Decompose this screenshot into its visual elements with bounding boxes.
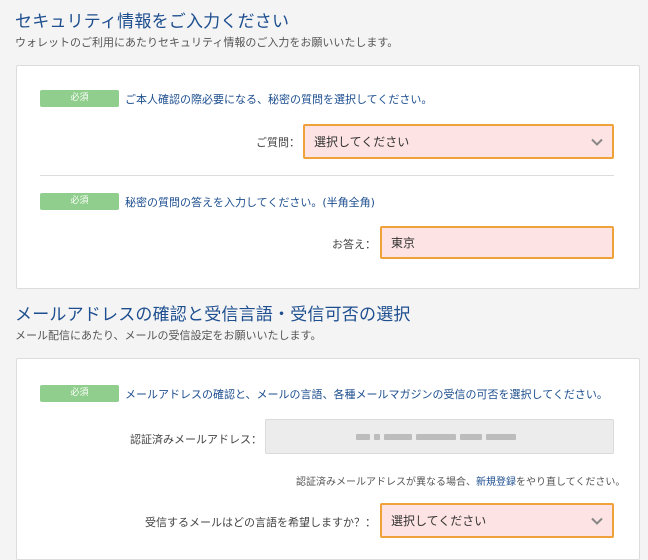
required-badge: 必須 (40, 193, 119, 210)
language-label: 受信するメールはどの言語を希望しますか？： (145, 516, 376, 529)
chevron-down-icon (591, 138, 603, 146)
required-badge: 必須 (40, 90, 119, 107)
blurred-email (460, 434, 482, 440)
blurred-email (416, 434, 456, 440)
note-text-before: 認証済みメールアドレスが異なる場合、 (296, 477, 476, 488)
email-section-title: メールアドレスの確認と受信言語・受信可否の選択 (15, 305, 411, 325)
blurred-email (384, 434, 412, 440)
security-section-title: セキュリティ情報をご入力ください (15, 12, 290, 32)
email-mismatch-note: 認証済みメールアドレスが異なる場合、新規登録をやり直してください。 (296, 473, 625, 488)
security-section-subtitle: ウォレットのご利用にあたりセキュリティ情報のご入力をお願いいたします。 (15, 36, 399, 49)
blurred-email (356, 434, 370, 440)
secret-question-select[interactable]: 選択してください (303, 124, 614, 159)
required-badge: 必須 (40, 385, 119, 402)
secret-question-instruction: ご本人確認の際必要になる、秘密の質問を選択してください。 (125, 93, 433, 106)
question-label: ご質問： (256, 136, 300, 149)
verified-email-label: 認証済みメールアドレス： (130, 433, 262, 446)
blurred-email (486, 434, 516, 440)
verified-email-field (265, 419, 614, 454)
new-registration-link[interactable]: 新規登録 (476, 477, 516, 488)
language-select-value: 選択してください (391, 514, 487, 528)
note-text-after: をやり直してください。 (516, 477, 626, 488)
secret-answer-value: 東京 (391, 236, 416, 250)
email-section-subtitle: メール配信にあたり、メールの受信設定をお願いいたします。 (15, 329, 322, 342)
blurred-email (374, 434, 380, 440)
secret-answer-instruction: 秘密の質問の答えを入力してください。(半角全角) (125, 196, 375, 209)
answer-label: お答え： (332, 238, 376, 251)
question-divider (40, 175, 614, 176)
email-instruction: メールアドレスの確認と、メールの言語、各種メールマガジンの受信の可否を選択してく… (125, 388, 608, 401)
chevron-down-icon (591, 517, 603, 525)
secret-question-select-value: 選択してください (314, 135, 410, 149)
language-select[interactable]: 選択してください (380, 503, 614, 538)
secret-answer-input[interactable]: 東京 (380, 226, 614, 259)
